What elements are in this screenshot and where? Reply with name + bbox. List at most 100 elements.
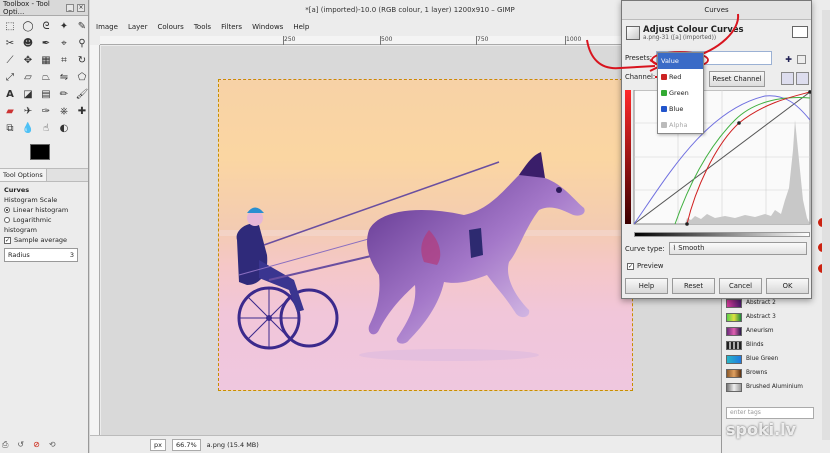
channel-option-green[interactable]: Green xyxy=(658,85,703,101)
move-icon[interactable]: ✥ xyxy=(20,53,36,69)
radio-icon[interactable] xyxy=(4,207,10,213)
zoom-select[interactable]: 66.7% xyxy=(171,438,201,451)
clone-icon[interactable]: ⎈ xyxy=(56,104,72,120)
ink-icon[interactable]: ✑ xyxy=(38,104,54,120)
text-icon[interactable]: A xyxy=(2,87,18,103)
color-swatches xyxy=(0,140,88,168)
picker-icon[interactable]: ⌖ xyxy=(56,36,72,52)
perspective-clone-icon[interactable]: ⧉ xyxy=(2,121,18,137)
alpha-channel-icon xyxy=(661,122,667,128)
crop-icon[interactable]: ⌗ xyxy=(56,53,72,69)
checkbox-icon[interactable]: ✓ xyxy=(627,262,634,270)
reset-options-icon[interactable]: ⟲ xyxy=(49,440,56,450)
log-histogram-option[interactable]: Logarithmic histogram xyxy=(4,215,84,235)
align-icon[interactable]: ▦ xyxy=(38,53,54,69)
status-file: a.png (15.4 MB) xyxy=(206,440,259,449)
menu-image[interactable]: Image xyxy=(96,23,118,31)
linear-scale-icon[interactable] xyxy=(781,72,794,85)
cancel-button[interactable]: Cancel xyxy=(719,278,762,294)
shear-icon[interactable]: ▱ xyxy=(20,70,36,86)
gradient-item[interactable]: Blue Green xyxy=(726,352,826,366)
minimize-icon[interactable]: _ xyxy=(66,3,74,12)
rotate-icon[interactable]: ↻ xyxy=(74,53,90,69)
curves-subheading: a.png-31 ([a] (imported)) xyxy=(643,35,717,41)
curves-title: Curves xyxy=(704,6,729,14)
airbrush-icon[interactable]: ✈ xyxy=(20,104,36,120)
preview-checkbox[interactable]: ✓ Preview xyxy=(627,262,663,270)
reset-button[interactable]: Reset xyxy=(672,278,715,294)
menu-tools[interactable]: Tools xyxy=(194,23,211,31)
add-preset-icon[interactable]: ✚ xyxy=(785,55,792,64)
gradient-item[interactable]: Brushed Aluminium xyxy=(726,380,826,394)
dialog-buttons: Help Reset Cancel OK xyxy=(625,278,809,294)
restore-options-icon[interactable]: ↺ xyxy=(17,440,24,450)
heal-icon[interactable]: ✚ xyxy=(74,104,90,120)
tags-input[interactable]: enter tags xyxy=(726,407,814,419)
linear-histogram-option[interactable]: Linear histogram xyxy=(4,205,84,215)
foreground-select-icon[interactable]: ☻ xyxy=(20,36,36,52)
ok-button[interactable]: OK xyxy=(766,278,809,294)
dock-scrollbar[interactable] xyxy=(822,10,830,440)
flip-icon[interactable]: ⇋ xyxy=(56,70,72,86)
dodge-icon[interactable]: ◐ xyxy=(56,121,72,137)
vertical-ruler[interactable] xyxy=(90,45,100,435)
save-options-icon[interactable]: ⎙ xyxy=(2,440,8,450)
fuzzy-select-icon[interactable]: ✦ xyxy=(56,19,72,35)
tab-tool-options[interactable]: Tool Options xyxy=(0,169,47,181)
blur-icon[interactable]: 💧 xyxy=(20,121,36,137)
eraser-icon[interactable]: ▰ xyxy=(2,104,18,120)
radius-spinner[interactable]: Radius 3 xyxy=(4,248,78,262)
scale-icon[interactable]: ⤢ xyxy=(2,70,18,86)
menu-filters[interactable]: Filters xyxy=(221,23,242,31)
free-select-icon[interactable]: ᘓ xyxy=(38,19,54,35)
smooth-curve-icon: ⌇ xyxy=(672,244,677,252)
menu-colours[interactable]: Colours xyxy=(157,23,183,31)
delete-options-icon[interactable]: ⊘ xyxy=(33,440,40,450)
curves-icon xyxy=(626,26,640,40)
gradient-item[interactable]: Aneurism xyxy=(726,324,826,338)
radio-icon[interactable] xyxy=(4,217,10,223)
color-picker-icon[interactable]: ✎ xyxy=(74,19,90,35)
menu-layer[interactable]: Layer xyxy=(128,23,148,31)
gradient-item[interactable]: Abstract 3 xyxy=(726,310,826,324)
bucket-fill-icon[interactable]: ◪ xyxy=(20,87,36,103)
foreground-color[interactable] xyxy=(30,144,50,160)
gradient-item[interactable]: Blinds xyxy=(726,338,826,352)
preset-menu-icon[interactable] xyxy=(797,55,806,64)
reset-channel-button[interactable]: Reset Channel xyxy=(709,71,765,87)
menu-help[interactable]: Help xyxy=(293,23,309,31)
help-button[interactable]: Help xyxy=(625,278,668,294)
blue-channel-icon xyxy=(661,106,667,112)
curves-graph[interactable] xyxy=(625,89,812,228)
channel-option-blue[interactable]: Blue xyxy=(658,101,703,117)
checkbox-icon[interactable]: ✓ xyxy=(4,236,11,244)
gradients-list: Abstract 2 Abstract 3 Aneurism Blinds Bl… xyxy=(726,296,826,394)
zoom-icon[interactable]: ⚲ xyxy=(74,36,90,52)
close-icon[interactable]: × xyxy=(77,3,85,12)
menu-windows[interactable]: Windows xyxy=(252,23,283,31)
paintbrush-icon[interactable]: 🖌 xyxy=(74,87,90,103)
perspective-icon[interactable]: ⏢ xyxy=(38,70,54,86)
paths-icon[interactable]: ✒ xyxy=(38,36,54,52)
gradient-swatch xyxy=(726,354,742,364)
sample-average-checkbox[interactable]: ✓ Sample average xyxy=(4,235,84,245)
measure-icon[interactable]: ⟋ xyxy=(2,53,18,69)
unit-select[interactable]: px xyxy=(150,438,166,451)
cage-icon[interactable]: ⬠ xyxy=(74,70,90,86)
toolbox-titlebar: Toolbox - Tool Opti... _ × xyxy=(0,0,88,16)
channel-option-value[interactable]: Value xyxy=(658,53,703,69)
smudge-icon[interactable]: ☝ xyxy=(38,121,54,137)
pencil-icon[interactable]: ✏ xyxy=(56,87,72,103)
channel-option-red[interactable]: Red xyxy=(658,69,703,85)
rect-select-icon[interactable]: ⬚ xyxy=(2,19,18,35)
blend-icon[interactable]: ▤ xyxy=(38,87,54,103)
tool-grid: ⬚ ◯ ᘓ ✦ ✎ ✂ ☻ ✒ ⌖ ⚲ ⟋ ✥ ▦ ⌗ ↻ ⤢ ▱ ⏢ ⇋ ⬠ … xyxy=(0,16,88,140)
log-scale-icon[interactable] xyxy=(796,72,809,85)
scissors-icon[interactable]: ✂ xyxy=(2,36,18,52)
presets-label: Presets: xyxy=(625,54,653,62)
curve-type-select[interactable]: ⌇ Smooth xyxy=(668,242,807,255)
image-canvas[interactable] xyxy=(218,79,633,391)
ellipse-select-icon[interactable]: ◯ xyxy=(20,19,36,35)
green-channel-icon xyxy=(661,90,667,96)
gradient-item[interactable]: Browns xyxy=(726,366,826,380)
